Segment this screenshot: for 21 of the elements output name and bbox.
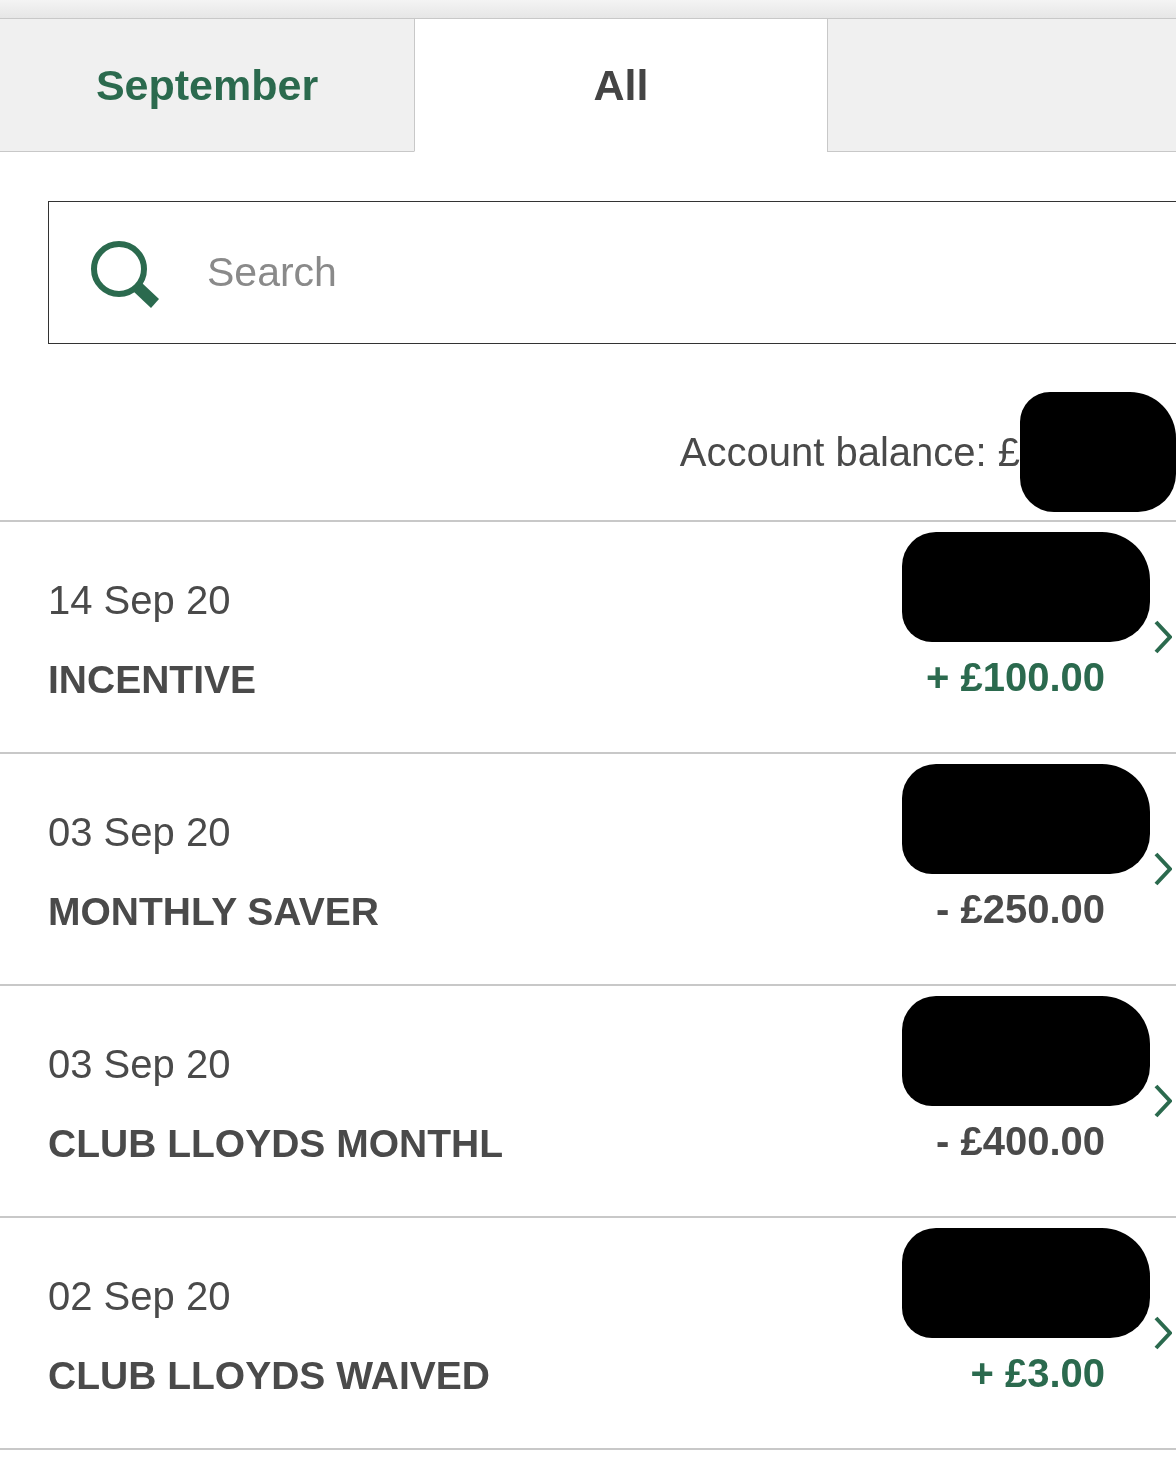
transaction-date: 14 Sep 20 — [48, 577, 231, 623]
account-balance-label: Account balance: £ — [679, 429, 1020, 476]
transaction-amount: - £400.00 — [935, 1118, 1105, 1164]
transaction-description: CLUB LLOYDS MONTHL — [48, 1121, 503, 1167]
transaction-amount: - £250.00 — [935, 886, 1105, 932]
chevron-right-icon[interactable] — [1154, 852, 1172, 886]
tab[interactable]: September — [0, 18, 414, 152]
transaction-amount: + £3.00 — [970, 1350, 1105, 1396]
chevron-right-icon[interactable] — [1154, 1316, 1172, 1350]
chevron-right-icon[interactable] — [1154, 1084, 1172, 1118]
transaction-amount: + £100.00 — [925, 654, 1105, 700]
transaction-date: 02 Sep 20 — [48, 1273, 231, 1319]
transaction-description: MONTHLY SAVER — [48, 889, 379, 935]
transaction-description: CLUB LLOYDS WAIVED — [48, 1353, 490, 1399]
transaction-description: INCENTIVE — [48, 657, 257, 703]
search-field[interactable]: Search — [48, 201, 1176, 344]
chevron-right-icon[interactable] — [1154, 620, 1172, 654]
transaction-date: 03 Sep 20 — [48, 809, 231, 855]
search-icon — [89, 239, 159, 309]
transaction-date: 03 Sep 20 — [48, 1041, 231, 1087]
tab[interactable]: All — [414, 18, 827, 152]
